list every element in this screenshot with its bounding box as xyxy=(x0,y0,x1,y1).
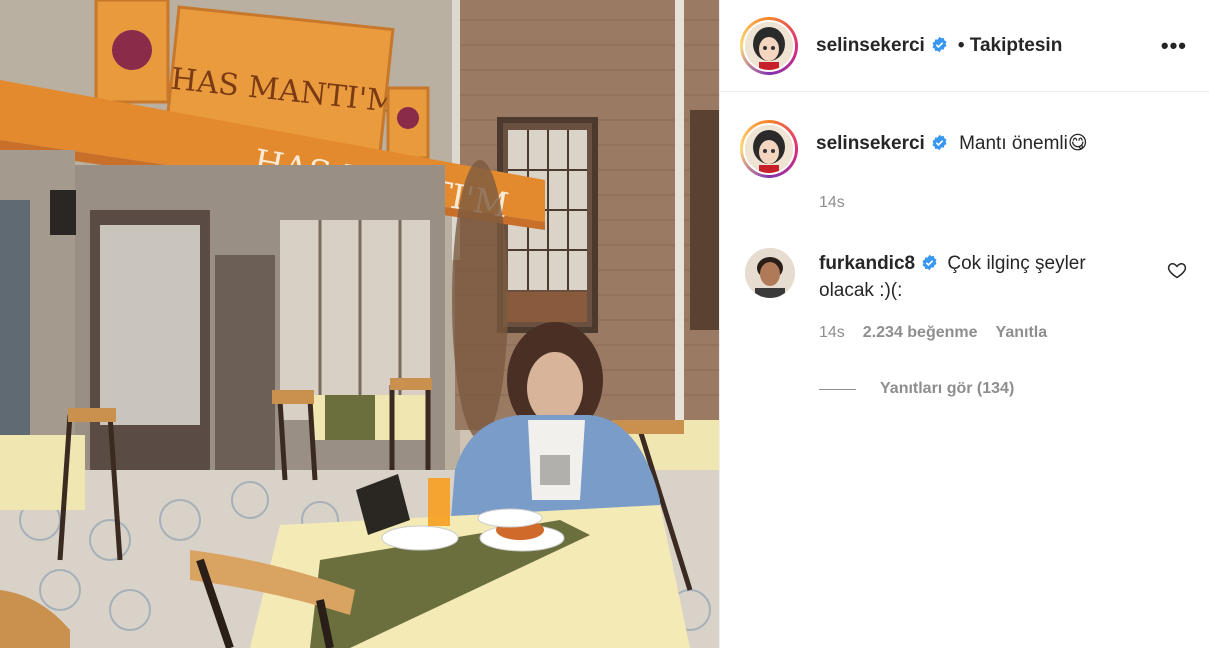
more-options-icon[interactable]: ••• xyxy=(1161,33,1187,59)
view-replies-label[interactable]: Yanıtları gör (134) xyxy=(880,380,1014,398)
caption-body: Mantı önemli xyxy=(959,133,1068,154)
comment-likes[interactable]: 2.234 beğenme xyxy=(863,324,978,342)
post-header: selinsekerci • Takiptesin ••• xyxy=(720,0,1209,92)
post-side-panel: selinsekerci • Takiptesin ••• selinseker… xyxy=(719,0,1209,648)
instagram-post-modal: HAS MANTI'M HAS MANTI'M xyxy=(0,0,1209,648)
reply-button[interactable]: Yanıtla xyxy=(996,324,1048,342)
author-username[interactable]: selinsekerci xyxy=(816,35,948,57)
comment-timestamp[interactable]: 14s xyxy=(819,324,845,342)
comment-meta: 14s 2.234 beğenme Yanıtla xyxy=(819,324,1209,342)
verified-badge-icon xyxy=(932,134,947,151)
caption: selinsekerci Mantı önemli😋 xyxy=(720,92,1209,178)
comment-body: furkandic8 Çok ilginç şeyler olacak :)(: xyxy=(819,248,1119,304)
caption-timestamp[interactable]: 14s xyxy=(819,194,1209,212)
commenter-username[interactable]: furkandic8 xyxy=(819,253,915,274)
author-avatar-image xyxy=(745,21,793,70)
caption-emoji: 😋 xyxy=(1067,133,1088,154)
author-avatar[interactable] xyxy=(740,16,798,75)
verified-badge-icon xyxy=(922,254,937,271)
commenter-avatar-image xyxy=(745,248,795,298)
author-username-text[interactable]: selinsekerci xyxy=(816,35,925,56)
commenter-avatar[interactable] xyxy=(745,248,795,298)
post-photo[interactable]: HAS MANTI'M HAS MANTI'M xyxy=(0,0,719,648)
caption-username[interactable]: selinsekerci xyxy=(816,133,925,154)
caption-avatar[interactable] xyxy=(740,120,798,178)
caption-text: selinsekerci Mantı önemli😋 xyxy=(816,120,1088,178)
replies-divider xyxy=(819,388,856,390)
follow-status[interactable]: • Takiptesin xyxy=(958,35,1063,57)
comment-item: furkandic8 Çok ilginç şeyler olacak :)(: xyxy=(720,212,1209,304)
restaurant-photo: HAS MANTI'M HAS MANTI'M xyxy=(0,0,719,648)
caption-avatar-image xyxy=(745,125,793,173)
view-replies-button[interactable]: Yanıtları gör (134) xyxy=(819,380,1209,398)
heart-icon[interactable] xyxy=(1167,260,1187,280)
verified-badge-icon xyxy=(932,36,947,52)
